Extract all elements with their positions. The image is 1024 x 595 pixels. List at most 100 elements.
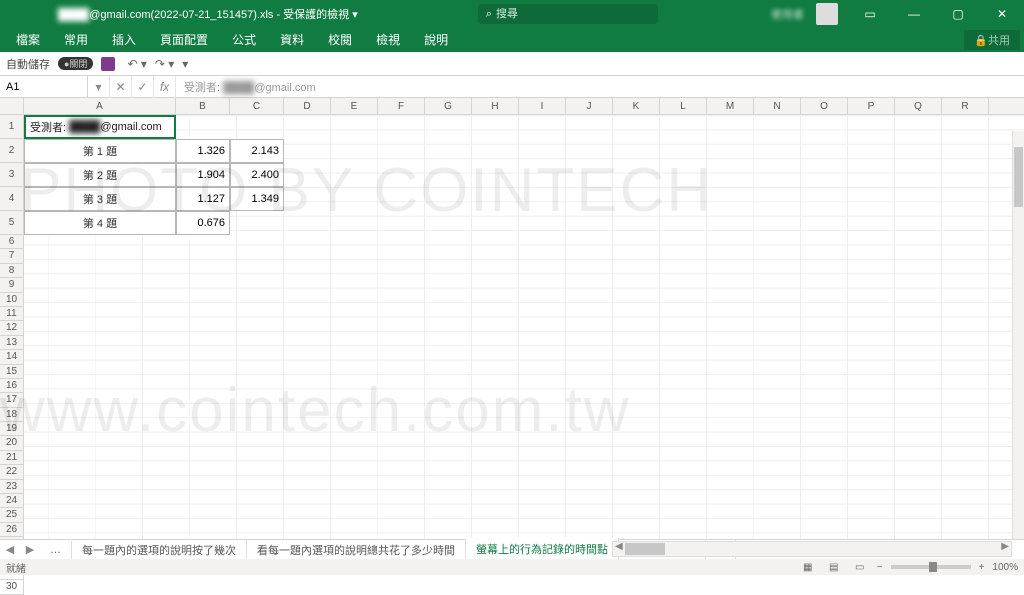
cell-C4[interactable]: 1.349 — [230, 187, 284, 211]
fx-icon[interactable]: fx — [154, 76, 176, 98]
col-E[interactable]: E — [331, 98, 378, 114]
save-icon[interactable] — [101, 57, 115, 71]
col-Q[interactable]: Q — [895, 98, 942, 114]
vertical-scrollbar[interactable] — [1012, 131, 1024, 539]
cell-C2[interactable]: 2.143 — [230, 139, 284, 163]
row-20[interactable]: 20 — [0, 436, 24, 450]
col-F[interactable]: F — [378, 98, 425, 114]
tab-view[interactable]: 檢視 — [364, 27, 412, 52]
zoom-level[interactable]: 100% — [992, 562, 1018, 573]
col-K[interactable]: K — [613, 98, 660, 114]
cell-A1[interactable]: 受測者: ████@gmail.com — [24, 115, 176, 139]
row-21[interactable]: 21 — [0, 451, 24, 465]
view-normal-icon[interactable]: ▦ — [799, 561, 817, 574]
row-23[interactable]: 23 — [0, 480, 24, 494]
row-19[interactable]: 19 — [0, 422, 24, 436]
view-page-layout-icon[interactable]: ▤ — [825, 561, 843, 574]
row-5[interactable]: 5 — [0, 211, 24, 235]
cancel-formula-icon[interactable]: ✕ — [110, 76, 132, 98]
formula-text[interactable]: 受測者: ████@gmail.com — [176, 79, 316, 95]
undo-button[interactable]: ↶ ▾ — [127, 57, 146, 71]
zoom-slider[interactable] — [891, 565, 971, 569]
tab-insert[interactable]: 插入 — [100, 27, 148, 52]
col-P[interactable]: P — [848, 98, 895, 114]
sheet-tab-2[interactable]: 看每一題內選項的說明總共花了多少時間 — [247, 539, 466, 561]
col-N[interactable]: N — [754, 98, 801, 114]
row-25[interactable]: 25 — [0, 508, 24, 522]
confirm-formula-icon[interactable]: ✓ — [132, 76, 154, 98]
row-16[interactable]: 16 — [0, 379, 24, 393]
cell-B2[interactable]: 1.326 — [176, 139, 230, 163]
cell-A3[interactable]: 第 2 題 — [24, 163, 176, 187]
row-14[interactable]: 14 — [0, 350, 24, 364]
cell-A5[interactable]: 第 4 題 — [24, 211, 176, 235]
row-22[interactable]: 22 — [0, 465, 24, 479]
col-J[interactable]: J — [566, 98, 613, 114]
select-all-corner[interactable] — [0, 98, 24, 114]
view-page-break-icon[interactable]: ▭ — [851, 561, 869, 574]
cell-C3[interactable]: 2.400 — [230, 163, 284, 187]
qat-dropdown[interactable]: ▾ — [182, 57, 188, 71]
col-A[interactable]: A — [24, 98, 176, 114]
row-15[interactable]: 15 — [0, 365, 24, 379]
zoom-out-button[interactable]: − — [877, 562, 883, 573]
share-button[interactable]: 🔒 共用 — [964, 30, 1020, 50]
autosave-toggle[interactable]: ●關閉 — [58, 57, 93, 70]
col-H[interactable]: H — [472, 98, 519, 114]
redo-button[interactable]: ↷ ▾ — [155, 57, 174, 71]
name-box-dropdown-icon[interactable]: ▾ — [88, 76, 110, 98]
row-8[interactable]: 8 — [0, 264, 24, 278]
row-3[interactable]: 3 — [0, 163, 24, 187]
row-9[interactable]: 9 — [0, 278, 24, 292]
cell-A4[interactable]: 第 3 題 — [24, 187, 176, 211]
zoom-in-button[interactable]: + — [979, 562, 985, 573]
sheet-nav-next-icon[interactable]: ▶ — [26, 543, 34, 556]
tab-data[interactable]: 資料 — [268, 27, 316, 52]
row-10[interactable]: 10 — [0, 293, 24, 307]
hscrollbar-thumb[interactable] — [625, 543, 665, 555]
col-D[interactable]: D — [284, 98, 331, 114]
hscroll-right-icon[interactable]: ▶ — [1001, 541, 1009, 552]
row-7[interactable]: 7 — [0, 249, 24, 263]
col-C[interactable]: C — [230, 98, 284, 114]
horizontal-scrollbar[interactable]: ◀ ▶ — [612, 541, 1012, 557]
col-R[interactable]: R — [942, 98, 989, 114]
row-13[interactable]: 13 — [0, 336, 24, 350]
col-B[interactable]: B — [176, 98, 230, 114]
sheet-tab-1[interactable]: 每一題內的選項的說明按了幾次 — [72, 539, 247, 561]
search-box[interactable]: ⌕ — [478, 4, 658, 24]
search-input[interactable] — [496, 8, 650, 20]
tab-help[interactable]: 說明 — [412, 27, 460, 52]
hscroll-left-icon[interactable]: ◀ — [615, 541, 623, 552]
col-L[interactable]: L — [660, 98, 707, 114]
tab-home[interactable]: 常用 — [52, 27, 100, 52]
tab-layout[interactable]: 頁面配置 — [148, 27, 220, 52]
row-11[interactable]: 11 — [0, 307, 24, 321]
maximize-icon[interactable]: ▢ — [936, 0, 980, 28]
sheet-nav-prev-icon[interactable]: ◀ — [6, 543, 14, 556]
col-G[interactable]: G — [425, 98, 472, 114]
ribbon-display-icon[interactable]: ▭ — [848, 0, 892, 28]
cell-B3[interactable]: 1.904 — [176, 163, 230, 187]
sheet-tab-overflow[interactable]: … — [40, 541, 72, 559]
name-box[interactable]: A1 — [0, 76, 88, 98]
tab-formulas[interactable]: 公式 — [220, 27, 268, 52]
row-4[interactable]: 4 — [0, 187, 24, 211]
sheet-tab-3[interactable]: 螢幕上的行為記錄的時間點 — [466, 538, 619, 562]
row-2[interactable]: 2 — [0, 139, 24, 163]
tab-review[interactable]: 校閱 — [316, 27, 364, 52]
close-icon[interactable]: ✕ — [980, 0, 1024, 28]
row-6[interactable]: 6 — [0, 235, 24, 249]
col-M[interactable]: M — [707, 98, 754, 114]
row-24[interactable]: 24 — [0, 494, 24, 508]
row-18[interactable]: 18 — [0, 408, 24, 422]
cell-B4[interactable]: 1.127 — [176, 187, 230, 211]
minimize-icon[interactable]: — — [892, 0, 936, 28]
scrollbar-thumb[interactable] — [1014, 147, 1023, 207]
row-30[interactable]: 30 — [0, 580, 24, 594]
avatar[interactable] — [816, 3, 838, 25]
row-26[interactable]: 26 — [0, 523, 24, 537]
cell-B5[interactable]: 0.676 — [176, 211, 230, 235]
tab-file[interactable]: 檔案 — [4, 27, 52, 52]
row-12[interactable]: 12 — [0, 321, 24, 335]
